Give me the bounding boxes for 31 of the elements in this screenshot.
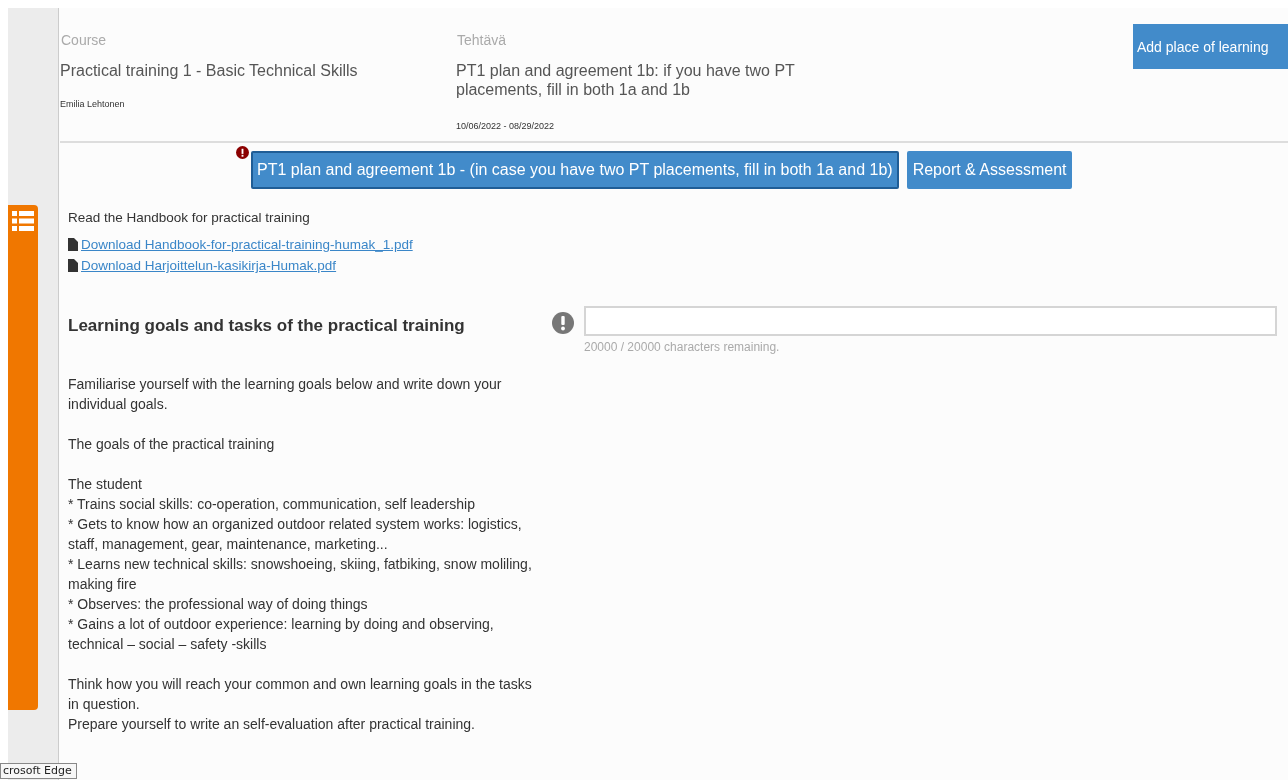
- tab[interactable]: Report & Assessment: [906, 151, 1073, 189]
- task-title: PT1 plan and agreement 1b: if you have two PT placements, fill in both 1a and 1b: [456, 61, 796, 99]
- student-name: Emilia Lehtonen: [60, 99, 126, 109]
- paragraph-text: * Gets to know how an organized outdoor related system works: logistics, staff, management, gear, maintenance, marketing...: [68, 515, 523, 554]
- paragraph-text: * Learns new technical skills: snowshoeing, skiing, fatbiking, snow moliling, making fire: [68, 555, 533, 594]
- paragraph-text: Familiarise yourself with the learning goals below and write down your individual goals.: [68, 375, 503, 414]
- field-label: Course: [61, 32, 108, 48]
- tooltip: crosoft Edge: [0, 763, 77, 779]
- character-counter: 20000 / 20000 characters remaining.: [584, 340, 781, 354]
- download-link[interactable]: Download Harjoittelun-kasikirja-Humak.pdf: [81, 258, 337, 273]
- answer-field[interactable]: [584, 306, 1277, 336]
- info-icon[interactable]: [552, 312, 574, 334]
- paragraph-text: * Observes: the professional way of doing things: [68, 595, 369, 614]
- file-icon: [68, 259, 78, 272]
- paragraph-text: * Gains a lot of outdoor experience: learning by doing and observing, technical – social – safety -skills: [68, 615, 495, 654]
- download-link[interactable]: Download Handbook-for-practical-training-humak_1.pdf: [81, 237, 413, 252]
- tab[interactable]: PT1 plan and agreement 1b - (in case you have two PT placements, fill in both 1a and 1b): [251, 151, 899, 189]
- field-label: Tehtävä: [457, 32, 508, 48]
- file-icon: [68, 238, 78, 251]
- paragraph-text: The student: [68, 475, 143, 494]
- paragraph-text: Think how you will reach your common and own learning goals in the tasks in question.: [68, 675, 533, 714]
- section-heading: Learning goals and tasks of the practical training: [68, 316, 465, 336]
- add-place-button[interactable]: Add place of learning: [1133, 24, 1288, 69]
- paragraph-text: Prepare yourself to write an self-evaluation after practical training.: [68, 715, 476, 734]
- paragraph-text: * Trains social skills: co-operation, communication, self leadership: [68, 495, 476, 514]
- side-panel-tab[interactable]: [8, 205, 38, 710]
- course-title: Practical training 1 - Basic Technical Skills: [60, 61, 359, 80]
- date-range: 10/06/2022 - 08/29/2022: [456, 121, 556, 131]
- intro-text: Read the Handbook for practical training: [68, 210, 311, 225]
- list-icon: [12, 211, 34, 231]
- paragraph-text: The goals of the practical training: [68, 435, 276, 454]
